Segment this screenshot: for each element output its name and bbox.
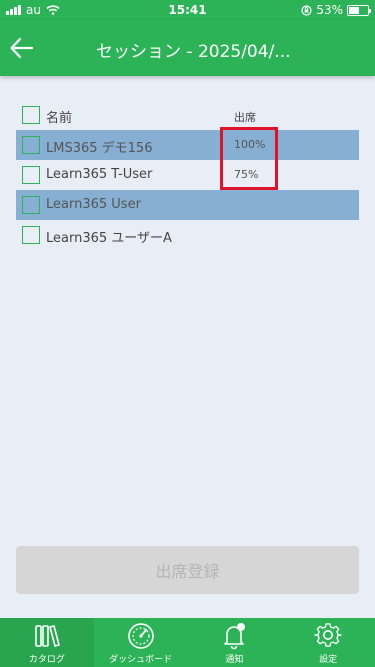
tab-label: 設定 [319, 655, 338, 665]
orientation-lock-icon [301, 4, 312, 16]
books-icon [35, 625, 60, 647]
attendance-value: 100% [234, 138, 266, 151]
select-all-checkbox[interactable] [22, 106, 40, 124]
attendee-name: Learn365 User [46, 197, 141, 212]
status-right: 53% [301, 3, 371, 17]
arrow-left-icon [10, 37, 34, 59]
row-checkbox[interactable] [22, 196, 40, 214]
wifi-icon [46, 5, 60, 15]
tab-bar: カタログ ダッシュボード 通知 設定 [0, 618, 375, 667]
list-header: 名前 出席 [16, 100, 359, 130]
list-item[interactable]: Learn365 User [16, 190, 359, 220]
attendance-value: 75% [234, 168, 259, 181]
tab-label: 通知 [225, 655, 244, 665]
attendee-list: 名前 出席 LMS365 デモ156 100% Learn365 T-User … [16, 100, 359, 250]
battery-percent: 53% [316, 3, 343, 17]
list-item[interactable]: Learn365 ユーザーA [16, 220, 359, 250]
name-column-header: 名前 [46, 111, 73, 126]
back-button[interactable] [8, 34, 38, 62]
tab-notifications[interactable]: 通知 [188, 618, 282, 667]
signal-icon [6, 5, 21, 15]
status-bar: au 15:41 53% [0, 0, 375, 20]
tab-label: ダッシュボード [109, 655, 173, 665]
row-checkbox[interactable] [22, 226, 40, 244]
gauge-icon [127, 623, 154, 649]
gear-icon [314, 623, 342, 647]
app-header: セッション - 2025/04/... [0, 20, 375, 76]
status-left: au [6, 3, 60, 17]
tab-settings[interactable]: 設定 [281, 618, 375, 667]
tab-label: カタログ [28, 655, 65, 665]
attendance-column-header: 出席 [234, 111, 256, 124]
battery-icon [347, 4, 371, 16]
tab-catalog[interactable]: カタログ [0, 618, 94, 667]
carrier-label: au [26, 3, 41, 17]
page-title: セッション - 2025/04/... [96, 42, 291, 62]
list-item[interactable]: Learn365 T-User 75% [16, 160, 359, 190]
attendee-name: LMS365 デモ156 [46, 141, 153, 156]
attendee-name: Learn365 T-User [46, 167, 153, 182]
register-attendance-button[interactable]: 出席登録 [16, 546, 359, 594]
tab-dashboard[interactable]: ダッシュボード [94, 618, 188, 667]
row-checkbox[interactable] [22, 136, 40, 154]
attendee-name: Learn365 ユーザーA [46, 231, 172, 246]
bell-icon [224, 623, 246, 650]
row-checkbox[interactable] [22, 166, 40, 184]
list-item[interactable]: LMS365 デモ156 100% [16, 130, 359, 160]
